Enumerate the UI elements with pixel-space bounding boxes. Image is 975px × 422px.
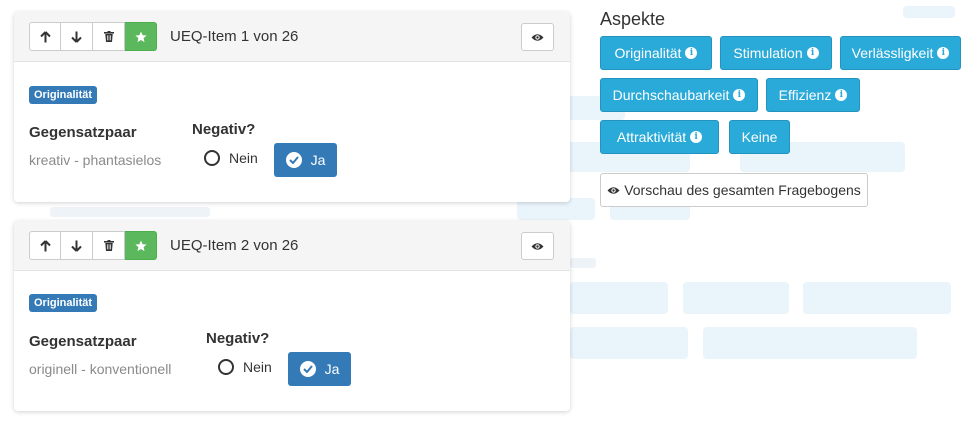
ghost-block [703, 327, 917, 359]
eye-icon [531, 242, 544, 250]
card-header: UEQ-Item 2 von 26 [14, 221, 570, 271]
ghost-block [570, 258, 596, 268]
nein-label: Nein [229, 150, 258, 166]
gegensatzpaar-label: Gegensatzpaar [29, 333, 137, 350]
preview-label: Vorschau des gesamten Fragebogens [624, 182, 861, 198]
nein-label: Nein [243, 359, 272, 375]
ghost-block [803, 282, 951, 314]
ja-label: Ja [324, 361, 340, 377]
star-icon [134, 31, 147, 42]
item-toolbar [29, 231, 157, 260]
item-title: UEQ-Item 2 von 26 [170, 237, 299, 254]
eye-icon [607, 186, 620, 194]
aspect-button-verlaessligkeit[interactable]: Verlässligkeit i [840, 36, 961, 70]
ghost-block [570, 327, 688, 359]
star-button[interactable] [125, 231, 157, 260]
info-circle-icon: i [806, 47, 819, 59]
aspect-button-keine[interactable]: Keine [729, 120, 790, 154]
star-button[interactable] [125, 22, 157, 51]
arrow-up-icon [39, 30, 51, 42]
star-icon [134, 240, 147, 251]
arrow-up-icon [39, 239, 51, 251]
arrow-down-icon [71, 31, 82, 43]
aspect-button-originalitaet[interactable]: Originalität i [600, 36, 712, 70]
gegensatzpaar-value: originell - konventionell [29, 361, 172, 377]
aspect-label: Originalität [614, 45, 682, 61]
arrow-down-icon [71, 240, 82, 252]
nein-radio[interactable]: Nein [218, 359, 272, 375]
info-circle-icon: i [937, 47, 950, 59]
radio-circle-icon [204, 150, 220, 166]
preview-questionnaire-button[interactable]: Vorschau des gesamten Fragebogens [600, 173, 868, 207]
card-header: UEQ-Item 1 von 26 [14, 12, 570, 62]
trash-icon [103, 240, 114, 251]
check-circle-icon [299, 361, 316, 377]
move-up-button[interactable] [29, 22, 61, 51]
ueq-item-card-1: UEQ-Item 1 von 26 Originalität Gegensatz… [14, 12, 570, 202]
ja-button[interactable]: Ja [274, 143, 337, 177]
delete-button[interactable] [93, 22, 125, 51]
preview-item-button[interactable] [521, 23, 554, 51]
aspect-label: Keine [741, 129, 778, 145]
aspect-badge: Originalität [29, 294, 98, 312]
aspekte-heading: Aspekte [600, 9, 666, 29]
aspect-button-durchschaubarkeit[interactable]: Durchschaubarkeit i [600, 78, 758, 112]
ueq-item-card-2: UEQ-Item 2 von 26 Originalität Gegensatz… [14, 221, 570, 411]
delete-button[interactable] [93, 231, 125, 260]
nein-radio[interactable]: Nein [204, 150, 258, 166]
preview-item-button[interactable] [521, 232, 554, 260]
trash-icon [103, 31, 114, 42]
eye-icon [531, 33, 544, 41]
info-circle-icon: i [690, 131, 703, 143]
info-circle-icon: i [733, 89, 746, 101]
negativ-label: Negativ? [206, 330, 270, 347]
aspect-label: Verlässligkeit [851, 45, 934, 61]
negativ-label: Negativ? [192, 121, 256, 138]
ja-label: Ja [310, 152, 326, 168]
move-up-button[interactable] [29, 231, 61, 260]
check-circle-icon [285, 152, 302, 168]
aspect-button-attraktivitaet[interactable]: Attraktivität i [600, 120, 719, 154]
move-down-button[interactable] [61, 22, 93, 51]
ghost-block [903, 6, 955, 18]
aspect-label: Effizienz [778, 87, 832, 103]
ghost-block [50, 207, 210, 217]
aspect-button-stimulation[interactable]: Stimulation i [720, 36, 832, 70]
aspect-label: Durchschaubarkeit [612, 87, 730, 103]
info-circle-icon: i [835, 89, 848, 101]
ghost-block [683, 282, 789, 314]
radio-circle-icon [218, 359, 234, 375]
aspect-badge: Originalität [29, 86, 98, 104]
gegensatzpaar-value: kreativ - phantasielos [29, 152, 162, 168]
aspect-label: Stimulation [733, 45, 803, 61]
aspect-label: Attraktivität [616, 129, 687, 145]
ghost-block [570, 282, 668, 314]
gegensatzpaar-label: Gegensatzpaar [29, 124, 137, 141]
move-down-button[interactable] [61, 231, 93, 260]
item-title: UEQ-Item 1 von 26 [170, 28, 299, 45]
aspect-button-effizienz[interactable]: Effizienz i [766, 78, 860, 112]
item-toolbar [29, 22, 157, 51]
ja-button[interactable]: Ja [288, 352, 351, 386]
info-circle-icon: i [685, 47, 698, 59]
